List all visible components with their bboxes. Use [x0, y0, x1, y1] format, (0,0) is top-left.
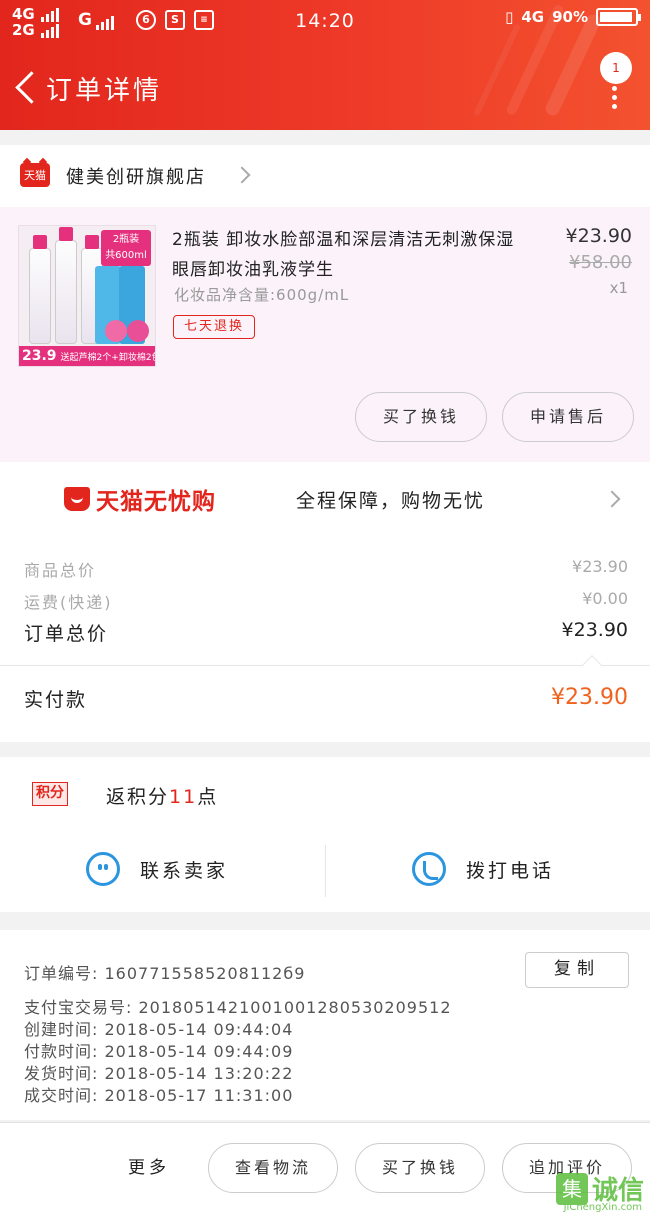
- completed-time: 成交时间: 2018-05-17 11:31:00: [24, 1086, 294, 1105]
- battery-icon: [596, 8, 641, 26]
- worry-free-logo: 天猫无忧购: [64, 482, 216, 516]
- copy-button[interactable]: 复制: [525, 952, 629, 988]
- image-tag: 2瓶装 共600ml: [101, 230, 151, 266]
- chevron-right-icon: [603, 490, 621, 508]
- shopping-bag-icon: [64, 487, 90, 511]
- product-card: 2瓶装 共600ml 23.9 送起芦棉2个+卸妆棉2包 2瓶装 卸妆水脸部温和深层…: [0, 207, 650, 462]
- store-name: 健美创研旗舰店: [66, 167, 206, 188]
- status-right: ▯ 4G 90%: [505, 8, 641, 26]
- phone-icon: [412, 852, 446, 886]
- buy-again-bottom-button[interactable]: 买了换钱: [355, 1143, 485, 1193]
- order-info: 订单编号: 1607715585208112б9 复制 支付宝交易号: 2018…: [0, 930, 650, 1120]
- bottom-action-bar: 更多 查看物流 买了换钱 追加评价 集诚信 JiChengXin.com: [0, 1122, 650, 1213]
- worry-free-slogan: 全程保障，购物无忧: [296, 490, 486, 512]
- shipped-time: 发货时间: 2018-05-14 13:20:22: [24, 1064, 294, 1083]
- page-title: 订单详情: [46, 76, 163, 106]
- product-quantity: x1: [609, 279, 628, 297]
- buy-again-button[interactable]: 买了换钱: [355, 392, 487, 442]
- back-arrow-icon[interactable]: [10, 66, 40, 110]
- chevron-right-icon: [233, 166, 251, 184]
- points-section: 积分 返积分11点 联系卖家 拨打电话: [0, 757, 650, 912]
- alipay-number: 支付宝交易号: 2018051421001001280530209512: [24, 998, 452, 1017]
- product-original-price: ¥58.00: [569, 252, 632, 273]
- more-button[interactable]: 更多: [128, 1153, 170, 1178]
- paid-row: 实付款 ¥23.90: [24, 685, 628, 711]
- return-policy-tag: 七天退换: [173, 315, 256, 339]
- chat-smile-icon: [86, 852, 120, 886]
- tmall-logo: 天猫: [20, 163, 50, 187]
- watermark-logo: 集诚信 JiChengXin.com: [555, 1170, 644, 1213]
- order-number: 订单编号: 1607715585208112б9: [24, 964, 306, 983]
- points-badge: 积分: [32, 782, 68, 806]
- contact-seller-button[interactable]: 联系卖家: [86, 845, 228, 893]
- points-text: 返积分11点: [106, 786, 219, 808]
- more-dots-icon: [612, 86, 618, 113]
- store-row[interactable]: 天猫 健美创研旗舰店: [0, 145, 650, 207]
- status-bar: 4G 2G G 6 S ≡ 14:20 ▯ 4G 90%: [0, 0, 650, 44]
- call-phone-button[interactable]: 拨打电话: [412, 845, 554, 893]
- paid-time: 付款时间: 2018-05-14 09:44:09: [24, 1042, 294, 1061]
- summary-divider: [0, 665, 650, 666]
- app-header: 订单详情 1: [0, 44, 650, 130]
- goods-total-row: 商品总价 ¥23.90: [24, 557, 628, 580]
- view-logistics-button[interactable]: 查看物流: [208, 1143, 338, 1193]
- price-summary: 商品总价 ¥23.90 运费(快递) ¥0.00 订单总价 ¥23.90 实付款 ¥23…: [0, 537, 650, 742]
- notification-badge: 1: [600, 52, 632, 84]
- product-image[interactable]: 2瓶装 共600ml 23.9 送起芦棉2个+卸妆棉2包: [18, 225, 156, 367]
- top-banner: 4G 2G G 6 S ≡ 14:20 ▯ 4G 90% 订单详情 1: [0, 0, 650, 130]
- worry-free-banner[interactable]: 天猫无忧购 全程保障，购物无忧: [0, 462, 650, 537]
- vibrate-icon: ▯: [505, 8, 514, 26]
- shipping-row: 运费(快递) ¥0.00: [24, 589, 628, 612]
- product-spec: 化妆品净含量:600g/mL: [174, 286, 350, 304]
- image-banner: 23.9 送起芦棉2个+卸妆棉2包: [19, 346, 155, 366]
- after-sale-button[interactable]: 申请售后: [502, 392, 634, 442]
- created-time: 创建时间: 2018-05-14 09:44:04: [24, 1020, 294, 1039]
- product-title[interactable]: 2瓶装 卸妆水脸部温和深层清洁无刺激保湿眼唇卸妆油乳液学生: [172, 225, 532, 285]
- product-price: ¥23.90: [565, 225, 632, 247]
- order-total-row: 订单总价 ¥23.90: [24, 619, 628, 645]
- more-options-button[interactable]: 1: [600, 52, 634, 112]
